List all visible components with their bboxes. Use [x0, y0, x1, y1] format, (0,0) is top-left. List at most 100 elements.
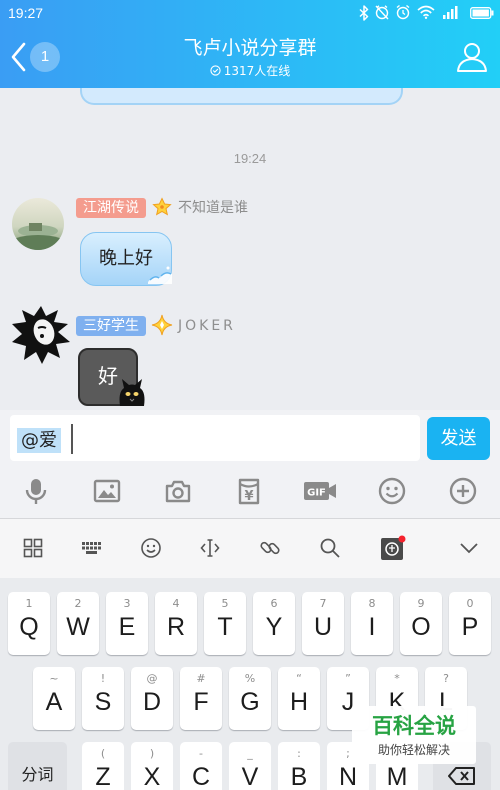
smiley-icon[interactable]	[140, 537, 162, 559]
watermark: 百科全说 助你轻松解决	[352, 706, 476, 764]
emoji-icon[interactable]	[377, 476, 407, 506]
key-v[interactable]: _ V	[229, 742, 271, 790]
key-letter: Q	[19, 613, 39, 641]
plus-circle-icon[interactable]	[448, 476, 478, 506]
online-count: 1317人在线	[223, 64, 291, 78]
key-hint: :	[297, 747, 301, 760]
grid-icon[interactable]	[22, 537, 44, 559]
bluetooth-icon	[359, 5, 369, 21]
key-letter: V	[241, 763, 259, 790]
text-cursor	[71, 424, 73, 454]
key-p[interactable]: 0P	[449, 592, 491, 655]
alarm-off-icon	[375, 5, 389, 20]
key-u[interactable]: 7U	[302, 592, 344, 655]
sender-name[interactable]: 不知道是谁	[178, 199, 248, 217]
key-letter: H	[289, 688, 309, 716]
key-hint: ~	[49, 672, 59, 685]
key-z[interactable]: (Z	[82, 742, 124, 790]
avatar[interactable]	[8, 302, 74, 368]
sparkle-icon	[151, 314, 173, 336]
group-members-button[interactable]	[455, 40, 489, 74]
key-d[interactable]: @ D	[131, 667, 173, 730]
key-hint: 2	[74, 597, 82, 610]
key-t[interactable]: 5T	[204, 592, 246, 655]
key-hint: 4	[172, 597, 180, 610]
wave-decoration-icon	[148, 266, 172, 284]
key-i[interactable]: 8I	[351, 592, 393, 655]
watermark-subtitle: 助你轻松解决	[377, 743, 450, 757]
watermark-title: 百科全说	[372, 714, 456, 738]
key-letter: W	[66, 613, 90, 641]
keyboard-toolbar	[0, 519, 500, 578]
key-letter: R	[166, 613, 186, 641]
key-hint: 5	[221, 597, 229, 610]
battery-icon	[470, 7, 494, 19]
link-icon[interactable]	[259, 537, 281, 559]
key-c[interactable]: -C	[180, 742, 222, 790]
chat-area[interactable]	[0, 88, 500, 410]
search-icon[interactable]	[319, 537, 341, 559]
app-header: 19:27 1 飞卢小说分享群 1317人在线	[0, 0, 500, 88]
key-e[interactable]: 3E	[106, 592, 148, 655]
image-icon[interactable]	[92, 476, 122, 506]
key-letter: X	[143, 763, 161, 790]
key-o[interactable]: 9O	[400, 592, 442, 655]
check-circle-icon	[210, 65, 221, 76]
avatar[interactable]	[12, 198, 64, 250]
key-hint: “	[296, 672, 302, 685]
key-letter: Z	[95, 763, 111, 790]
sticker-icon[interactable]	[380, 535, 406, 561]
cat-decoration-icon	[119, 379, 145, 406]
alarm-icon	[396, 4, 410, 20]
key-f[interactable]: # F	[180, 667, 222, 730]
key-letter: D	[142, 688, 162, 716]
signal-icon	[443, 6, 458, 19]
key-letter: O	[411, 613, 431, 641]
red-packet-icon[interactable]: ¥	[234, 476, 264, 506]
key-b[interactable]: :B	[278, 742, 320, 790]
key-letter: F	[193, 688, 209, 716]
camera-icon[interactable]	[163, 476, 193, 506]
send-button[interactable]: 发送	[427, 417, 490, 460]
gif-label: GIF	[307, 488, 326, 499]
key-hint: %	[244, 672, 256, 685]
keyboard-icon[interactable]	[81, 537, 103, 559]
member-title-badge: 江湖传说	[76, 198, 146, 218]
key-a[interactable]: ~ A	[33, 667, 75, 730]
group-title: 飞卢小说分享群	[183, 37, 317, 59]
segment-key[interactable]: 分词	[8, 742, 67, 790]
key-hint: @	[146, 672, 158, 685]
key-s[interactable]: ! S	[82, 667, 124, 730]
key-hint: ?	[443, 672, 449, 685]
key-letter: I	[368, 613, 376, 641]
backspace-icon	[448, 767, 475, 785]
star-icon	[152, 197, 172, 216]
key-letter: B	[290, 763, 308, 790]
key-hint: !	[100, 672, 106, 685]
currency-symbol: ¥	[244, 489, 253, 504]
key-hint: *	[394, 672, 400, 685]
mention-chip[interactable]: @爱	[17, 428, 61, 453]
key-hint: _	[247, 747, 253, 760]
key-hint: )	[149, 747, 155, 760]
key-g[interactable]: % G	[229, 667, 271, 730]
key-x[interactable]: ) X	[131, 742, 173, 790]
member-title-badge: 三好学生	[76, 316, 146, 336]
key-hint: 0	[466, 597, 474, 610]
key-letter: P	[461, 613, 479, 641]
key-y[interactable]: 6Y	[253, 592, 295, 655]
chevron-down-icon[interactable]	[458, 537, 480, 559]
key-hint: -	[199, 747, 203, 760]
key-q[interactable]: 1Q	[8, 592, 50, 655]
key-h[interactable]: “H	[278, 667, 320, 730]
key-letter: S	[94, 688, 112, 716]
key-w[interactable]: 2W	[57, 592, 99, 655]
key-r[interactable]: 4R	[155, 592, 197, 655]
gif-icon[interactable]: GIF	[302, 476, 338, 506]
person-icon	[457, 43, 487, 72]
cursor-move-icon[interactable]	[199, 537, 221, 559]
key-letter: M	[386, 763, 408, 790]
key-hint: 6	[270, 597, 278, 610]
sender-name[interactable]: JOKER	[178, 317, 236, 335]
microphone-icon[interactable]	[21, 476, 51, 506]
